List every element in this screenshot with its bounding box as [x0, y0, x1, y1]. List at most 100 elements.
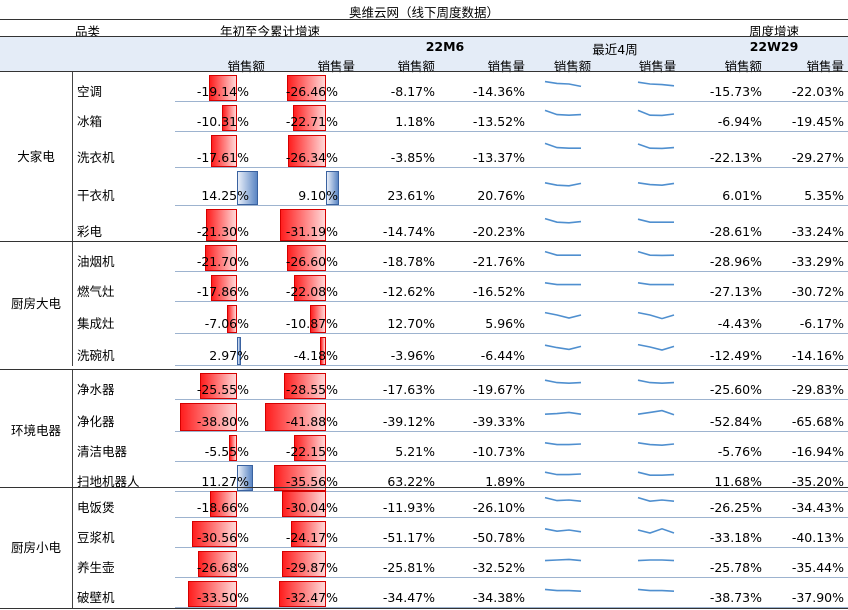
- ytd-value: -22.71%: [285, 114, 338, 129]
- m-amt-value: -3.96%: [390, 348, 435, 363]
- sparkline: [637, 282, 674, 286]
- sparkline: [544, 311, 582, 319]
- m-vol-value: -32.52%: [472, 560, 525, 575]
- data-sheet: 奥维云网（线下周度数据） 品类 年初至今累计增速 周度增速 22M6 最近4周 …: [0, 0, 848, 610]
- m-amt-value: -3.85%: [390, 150, 435, 165]
- m-vol-value: -16.52%: [472, 284, 525, 299]
- m-vol-value: -39.33%: [472, 414, 525, 429]
- w-amt-value: -25.78%: [709, 560, 762, 575]
- ytd-value: -29.87%: [285, 560, 338, 575]
- w-amt-value: -26.25%: [709, 500, 762, 515]
- item-label: 豆浆机: [77, 530, 115, 545]
- m-amt-value: -51.17%: [382, 530, 435, 545]
- sparkline: [544, 109, 582, 117]
- ytd-value: -4.18%: [293, 348, 338, 363]
- m-amt-value: -8.17%: [390, 84, 435, 99]
- item-label: 油烟机: [77, 254, 115, 269]
- sparkline: [637, 250, 675, 257]
- w-amt-value: -52.84%: [709, 414, 762, 429]
- sparkline: [637, 143, 675, 150]
- item-label: 洗碗机: [77, 348, 115, 363]
- item-label: 净水器: [77, 382, 115, 397]
- sparkline: [544, 250, 581, 256]
- m-amt-value: -34.47%: [382, 590, 435, 605]
- period-m-header: 22M6: [425, 39, 465, 54]
- ytd-value: 14.25%: [201, 188, 249, 203]
- w-vol-value: 5.35%: [804, 188, 844, 203]
- sparkline: [637, 527, 675, 534]
- sparkline: [544, 496, 582, 502]
- w-amt-value: -6.94%: [717, 114, 762, 129]
- m-amt-value: -17.63%: [382, 382, 435, 397]
- ytd-value: -17.86%: [196, 284, 249, 299]
- m-amt-value: -11.93%: [382, 500, 435, 515]
- m-amt-value: -14.74%: [382, 224, 435, 239]
- ytd-value: -5.55%: [204, 444, 249, 459]
- period-w-header: 22W29: [749, 39, 799, 54]
- col-m-amt: 销售额: [397, 59, 435, 74]
- item-label: 干衣机: [77, 188, 115, 203]
- ytd-value: -25.55%: [196, 382, 249, 397]
- w-vol-value: -40.13%: [791, 530, 844, 545]
- w-amt-value: -12.49%: [709, 348, 762, 363]
- w-vol-value: -34.43%: [791, 500, 844, 515]
- sparkline: [637, 471, 675, 476]
- w-vol-value: -65.68%: [791, 414, 844, 429]
- sparkline: [544, 411, 582, 415]
- w-amt-value: -22.13%: [709, 150, 762, 165]
- m-vol-value: -6.44%: [480, 348, 525, 363]
- col-w-amt: 销售额: [724, 59, 762, 74]
- ytd-value: -21.70%: [196, 254, 249, 269]
- ytd-value: -19.14%: [196, 84, 249, 99]
- ytd-value: -24.17%: [285, 530, 338, 545]
- ytd-value: -10.87%: [285, 316, 338, 331]
- w-vol-value: -35.44%: [791, 560, 844, 575]
- item-label: 集成灶: [77, 316, 115, 331]
- sparkline: [637, 588, 675, 592]
- ytd-value: -26.46%: [285, 84, 338, 99]
- ytd-value: -30.56%: [196, 530, 249, 545]
- w-vol-value: -6.17%: [799, 316, 844, 331]
- w-vol-value: -14.16%: [791, 348, 844, 363]
- ytd-value: -41.88%: [285, 414, 338, 429]
- w-amt-value: -28.96%: [709, 254, 762, 269]
- ytd-value: -28.55%: [285, 382, 338, 397]
- w-vol-value: -16.94%: [791, 444, 844, 459]
- ytd-value: -30.04%: [285, 500, 338, 515]
- col-ytd-amt: 销售额: [227, 59, 265, 74]
- w-vol-value: -30.72%: [791, 284, 844, 299]
- w-vol-value: -29.27%: [791, 150, 844, 165]
- ytd-value: -31.19%: [285, 224, 338, 239]
- w-amt-value: -33.18%: [709, 530, 762, 545]
- ytd-value: 2.97%: [209, 348, 249, 363]
- ytd-value: -22.08%: [285, 284, 338, 299]
- ytd-value: -32.47%: [285, 590, 338, 605]
- sparkline: [637, 182, 675, 187]
- ytd-value: -21.30%: [196, 224, 249, 239]
- w-amt-value: -15.73%: [709, 84, 762, 99]
- item-label: 空调: [77, 84, 103, 99]
- item-label: 冰箱: [77, 114, 103, 129]
- m-vol-value: -10.73%: [472, 444, 525, 459]
- sparkline: [637, 311, 675, 320]
- m-vol-value: -50.78%: [472, 530, 525, 545]
- col-ytd-vol: 销售量: [317, 59, 355, 74]
- sparkline: [544, 217, 582, 224]
- sparkline: [637, 379, 675, 385]
- w-amt-value: -38.73%: [709, 590, 762, 605]
- w-amt-value: -27.13%: [709, 284, 762, 299]
- sparkline: [637, 343, 675, 351]
- sparkline: [544, 471, 582, 476]
- col-w-vol: 销售量: [806, 59, 844, 74]
- ytd-value: -26.60%: [285, 254, 338, 269]
- ytd-value: -38.80%: [196, 414, 249, 429]
- sparkline: [544, 442, 582, 446]
- w-vol-value: -33.29%: [791, 254, 844, 269]
- item-label: 破壁机: [77, 590, 115, 605]
- sparkline: [544, 558, 582, 562]
- m-vol-value: -13.52%: [472, 114, 525, 129]
- ytd-value: 9.10%: [298, 188, 338, 203]
- ytd-value: -10.31%: [196, 114, 249, 129]
- sparkline: [637, 442, 675, 447]
- group-label: 厨房大电: [10, 296, 61, 311]
